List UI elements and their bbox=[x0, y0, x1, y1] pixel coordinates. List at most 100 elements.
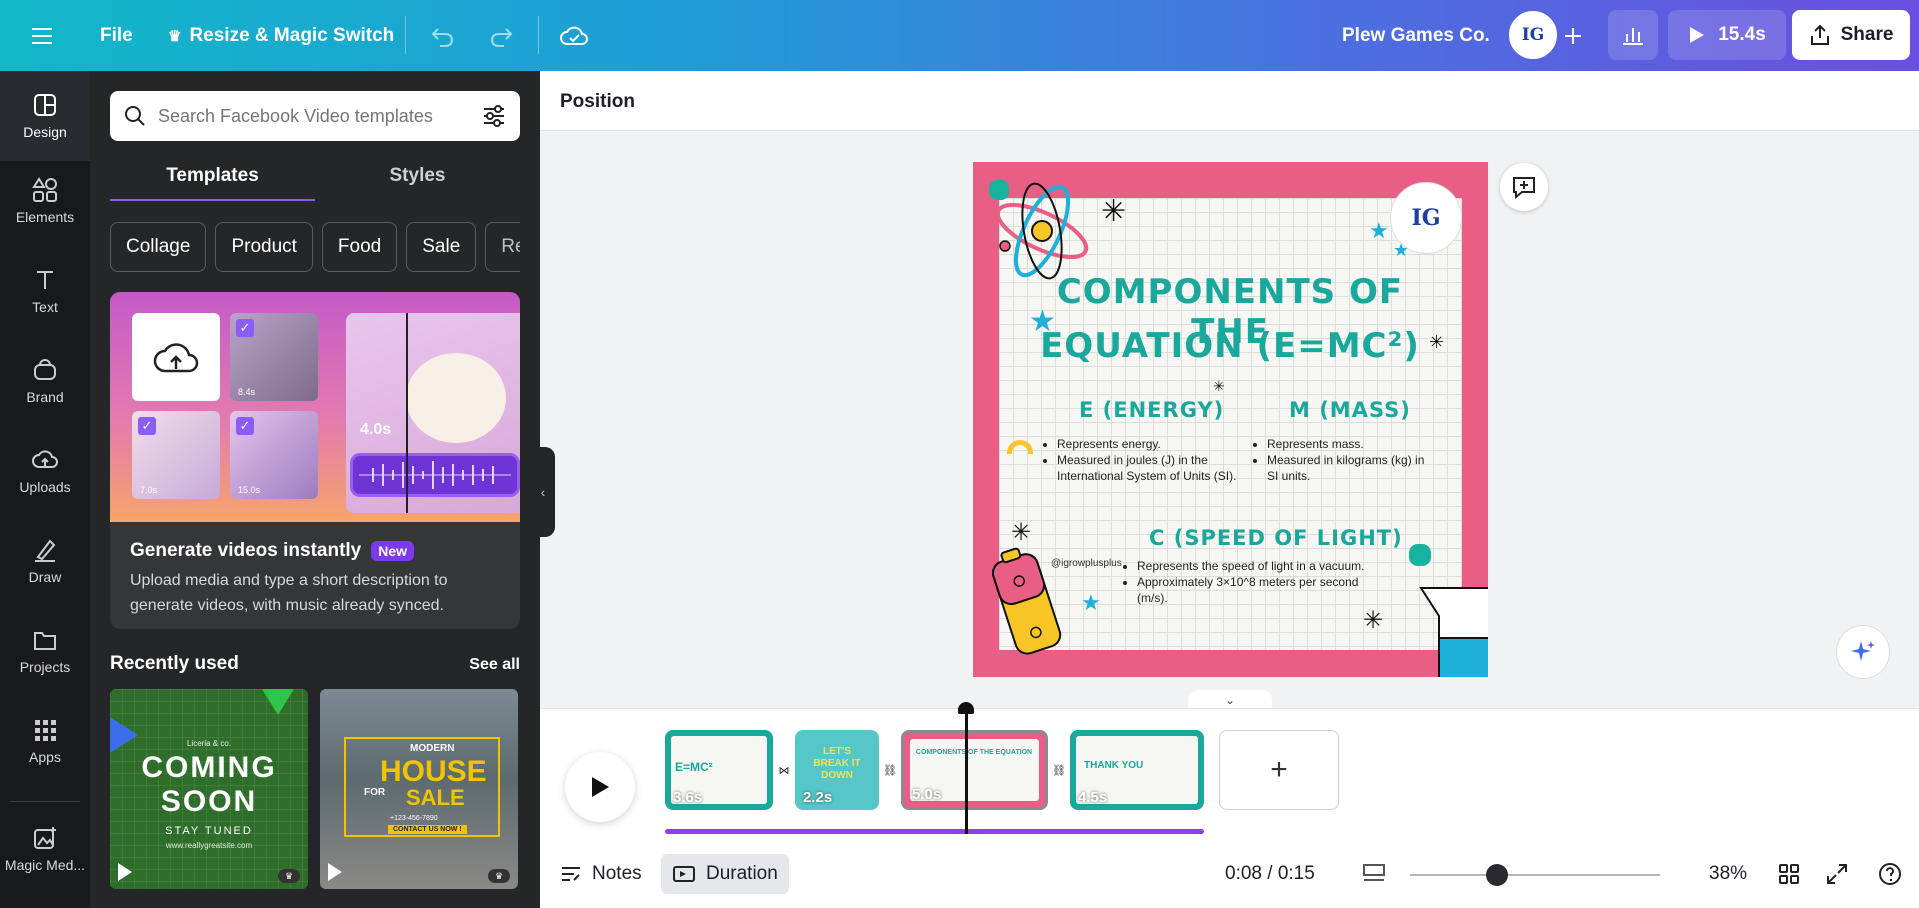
rail-item-draw[interactable]: Draw bbox=[0, 521, 90, 601]
bottom-bar: Notes Duration 0:08 / 0:15 38% bbox=[540, 840, 1919, 908]
clip-label: LET'S BREAK IT DOWN bbox=[813, 746, 861, 781]
team-name[interactable]: Plew Games Co. bbox=[1342, 0, 1490, 71]
rail-label: Draw bbox=[28, 569, 62, 585]
add-comment-button[interactable] bbox=[1500, 163, 1548, 211]
see-all-link[interactable]: See all bbox=[469, 656, 520, 674]
playhead[interactable] bbox=[965, 706, 968, 834]
duration-button[interactable]: Duration bbox=[661, 854, 789, 894]
cloud-saved-icon[interactable] bbox=[560, 0, 588, 71]
promo-title-text: Generate videos instantly bbox=[130, 540, 362, 561]
rail-item-uploads[interactable]: Uploads bbox=[0, 431, 90, 511]
rail-label: Elements bbox=[15, 209, 75, 225]
template-line: HOUSE bbox=[380, 755, 487, 788]
fullscreen-icon[interactable] bbox=[1826, 840, 1848, 908]
clip-label: E=MC² bbox=[675, 760, 713, 774]
redo-icon[interactable] bbox=[488, 0, 514, 71]
notes-button[interactable]: Notes bbox=[560, 840, 642, 908]
chip-label: Re bbox=[501, 236, 520, 257]
clip-duration: 3.6s bbox=[673, 789, 703, 806]
promo-illustration: ✓ 8.4s ✓ 7.0s ✓ 15.0s 4.0s bbox=[110, 292, 520, 522]
play-icon bbox=[1690, 27, 1705, 43]
timeline-clip-selected[interactable]: COMPONENTS OF THE EQUATION 5.0s bbox=[901, 730, 1048, 810]
chip-product[interactable]: Product bbox=[215, 222, 313, 272]
promo-title: Generate videos instantly New bbox=[130, 540, 415, 562]
sparkle-icon: ✳ bbox=[1213, 378, 1225, 394]
teal-clover-icon bbox=[1409, 544, 1431, 566]
collapse-timeline-button[interactable]: ⌄ bbox=[1188, 690, 1272, 710]
rail-item-magic-media[interactable]: Magic Med... bbox=[0, 809, 90, 889]
menu-icon[interactable] bbox=[32, 0, 54, 71]
divider bbox=[538, 16, 539, 54]
clip-duration: 2.2s bbox=[803, 789, 833, 806]
checkbox-icon: ✓ bbox=[236, 319, 254, 337]
avatar[interactable]: IG bbox=[1509, 11, 1557, 59]
chip-sale[interactable]: Sale bbox=[406, 222, 477, 272]
timeline-clip[interactable]: E=MC² 3.6s bbox=[665, 730, 773, 810]
tab-templates[interactable]: Templates bbox=[110, 157, 315, 201]
add-page-button[interactable]: + bbox=[1219, 730, 1339, 810]
design-page[interactable]: ✳ ✳ ✳ ✳ ✳ ★ ★ ★ ★ IG COMPONENTS OF THE E… bbox=[973, 162, 1488, 677]
search-input[interactable] bbox=[158, 105, 482, 127]
link-icon: ⛓ bbox=[1052, 764, 1066, 777]
insights-button[interactable] bbox=[1608, 10, 1658, 60]
timeline-clip[interactable]: THANK YOU 4.5s bbox=[1070, 730, 1204, 810]
position-button[interactable]: Position bbox=[560, 91, 635, 113]
chip-more[interactable]: Re › bbox=[485, 222, 520, 272]
design-icon bbox=[34, 94, 56, 116]
template-line: SOON bbox=[160, 785, 258, 818]
plus-icon: + bbox=[1270, 753, 1288, 786]
add-collaborator-icon[interactable] bbox=[1562, 0, 1584, 71]
filter-icon[interactable] bbox=[482, 105, 506, 127]
resize-magic-switch-button[interactable]: ♛ Resize & Magic Switch bbox=[168, 0, 394, 71]
thumb-duration: 8.4s bbox=[238, 387, 256, 397]
clip-label: COMPONENTS OF THE EQUATION bbox=[915, 749, 1033, 756]
chip-food[interactable]: Food bbox=[321, 222, 398, 272]
zoom-slider-handle[interactable] bbox=[1486, 864, 1508, 886]
checkbox-icon: ✓ bbox=[138, 417, 156, 435]
timeline-clip[interactable]: LET'S BREAK IT DOWN 2.2s bbox=[795, 730, 879, 810]
elements-icon bbox=[32, 177, 57, 202]
panel-tabs: Templates Styles bbox=[110, 157, 520, 201]
tab-styles[interactable]: Styles bbox=[315, 157, 520, 201]
timeline-play-button[interactable] bbox=[565, 752, 635, 822]
rail-item-apps[interactable]: Apps bbox=[0, 701, 90, 781]
share-button[interactable]: Share bbox=[1792, 10, 1910, 60]
undo-icon[interactable] bbox=[430, 0, 456, 71]
collapse-panel-button[interactable]: ‹ bbox=[531, 447, 555, 537]
transition-button[interactable]: ⛓ bbox=[880, 760, 900, 780]
thumb-duration: 7.0s bbox=[140, 485, 158, 495]
search-box[interactable] bbox=[110, 91, 520, 141]
magic-assistant-button[interactable] bbox=[1836, 625, 1890, 679]
duration-label: Duration bbox=[706, 863, 778, 884]
rail-item-design[interactable]: Design bbox=[0, 71, 90, 161]
zoom-slider[interactable] bbox=[1410, 874, 1660, 876]
light-point: Approximately 3×10^8 meters per second (… bbox=[1137, 574, 1373, 606]
play-icon bbox=[118, 863, 132, 881]
zoom-level[interactable]: 38% bbox=[1709, 840, 1747, 908]
sparkle-icon: ✳ bbox=[1363, 607, 1384, 634]
chip-collage[interactable]: Collage bbox=[110, 222, 207, 272]
chevron-down-icon: ⌄ bbox=[1224, 693, 1236, 707]
transition-button[interactable]: ⛓ bbox=[1049, 760, 1069, 780]
generate-videos-card[interactable]: ✓ 8.4s ✓ 7.0s ✓ 15.0s 4.0s Generate vide bbox=[110, 292, 520, 629]
file-menu[interactable]: File bbox=[100, 0, 133, 71]
timeline-progress-bar[interactable] bbox=[665, 829, 1204, 834]
transition-button[interactable]: ⋈ bbox=[774, 760, 794, 780]
template-line: SALE bbox=[406, 785, 465, 810]
help-icon[interactable] bbox=[1878, 840, 1902, 908]
rail-item-text[interactable]: Text bbox=[0, 251, 90, 331]
template-house-sale[interactable]: MODERN HOUSE FOR SALE +123-456-7890 CONT… bbox=[320, 689, 518, 889]
grid-view-icon[interactable] bbox=[1778, 840, 1800, 908]
comment-plus-icon bbox=[1513, 177, 1535, 200]
light-points: Represents the speed of light in a vacuu… bbox=[1123, 558, 1373, 606]
play-preview-button[interactable]: 15.4s bbox=[1668, 10, 1786, 60]
rail-item-brand[interactable]: Brand bbox=[0, 341, 90, 421]
rail-item-elements[interactable]: Elements bbox=[0, 161, 90, 241]
chart-icon bbox=[1623, 28, 1643, 45]
page-view-icon[interactable] bbox=[1362, 840, 1386, 908]
draw-icon bbox=[35, 539, 56, 562]
dog-face bbox=[406, 353, 506, 443]
notes-icon bbox=[562, 867, 580, 881]
rail-item-projects[interactable]: Projects bbox=[0, 611, 90, 691]
template-coming-soon[interactable]: Liceria & co. COMING SOON STAY TUNED www… bbox=[110, 689, 308, 889]
